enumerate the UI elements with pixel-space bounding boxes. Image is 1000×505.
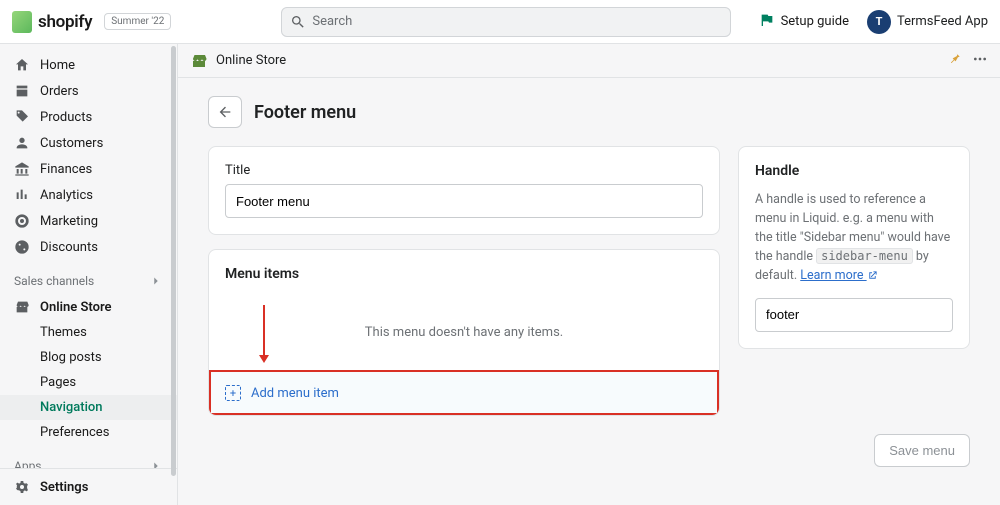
gear-icon bbox=[14, 479, 30, 495]
handle-description: A handle is used to reference a menu in … bbox=[755, 191, 953, 286]
sidebar-item-settings[interactable]: Settings bbox=[0, 468, 177, 505]
handle-input[interactable] bbox=[755, 298, 953, 332]
edition-badge: Summer '22 bbox=[104, 13, 171, 30]
handle-code-example: sidebar-menu bbox=[816, 248, 913, 264]
search-placeholder: Search bbox=[312, 14, 352, 29]
sidebar-item-customers[interactable]: Customers bbox=[0, 130, 177, 156]
sidebar-scrollbar[interactable] bbox=[170, 44, 177, 505]
sidebar-item-online-store[interactable]: Online Store bbox=[0, 294, 177, 320]
arrow-left-icon bbox=[217, 104, 233, 120]
target-icon bbox=[14, 213, 30, 229]
sidebar-sub-blog-posts[interactable]: Blog posts bbox=[0, 345, 177, 370]
store-icon bbox=[14, 299, 30, 315]
pin-icon[interactable] bbox=[948, 52, 962, 70]
add-square-icon: + bbox=[225, 385, 241, 401]
back-button[interactable] bbox=[208, 96, 242, 128]
percent-icon bbox=[14, 239, 30, 255]
orders-icon bbox=[14, 83, 30, 99]
add-menu-item-label: Add menu item bbox=[251, 386, 339, 401]
sidebar-item-marketing[interactable]: Marketing bbox=[0, 208, 177, 234]
app-name: TermsFeed App bbox=[897, 14, 988, 29]
sidebar-sub-preferences[interactable]: Preferences bbox=[0, 420, 177, 445]
brand-text: shopify bbox=[38, 12, 92, 32]
learn-more-link[interactable]: Learn more bbox=[800, 268, 877, 283]
sidebar: Home Orders Products Customers Finances … bbox=[0, 44, 178, 505]
title-card: Title bbox=[208, 146, 720, 235]
sidebar-sub-navigation[interactable]: Navigation bbox=[0, 395, 177, 420]
sidebar-sub-pages[interactable]: Pages bbox=[0, 370, 177, 395]
more-menu[interactable] bbox=[972, 51, 988, 71]
title-input[interactable] bbox=[225, 184, 703, 218]
search-input[interactable]: Search bbox=[281, 7, 731, 37]
account-menu[interactable]: T TermsFeed App bbox=[867, 10, 988, 34]
sidebar-item-products[interactable]: Products bbox=[0, 104, 177, 130]
menu-items-card: Menu items This menu doesn't have any it… bbox=[208, 249, 720, 416]
bars-icon bbox=[14, 187, 30, 203]
flag-icon bbox=[759, 12, 775, 32]
avatar: T bbox=[867, 10, 891, 34]
menu-items-heading: Menu items bbox=[209, 250, 719, 298]
bank-icon bbox=[14, 161, 30, 177]
sidebar-item-orders[interactable]: Orders bbox=[0, 78, 177, 104]
setup-guide-label: Setup guide bbox=[781, 14, 849, 29]
search-icon bbox=[290, 14, 306, 30]
tag-icon bbox=[14, 109, 30, 125]
save-menu-button[interactable]: Save menu bbox=[874, 434, 970, 467]
sidebar-section-sales-channels[interactable]: Sales channels bbox=[0, 268, 177, 294]
shopify-bag-icon bbox=[12, 11, 32, 33]
page-header: Footer menu bbox=[208, 96, 970, 128]
main: Online Store Footer menu Title Menu it bbox=[178, 44, 1000, 505]
external-icon bbox=[867, 268, 878, 283]
page-title: Footer menu bbox=[254, 102, 356, 123]
topbar-right: Setup guide T TermsFeed App bbox=[759, 10, 988, 34]
sidebar-item-finances[interactable]: Finances bbox=[0, 156, 177, 182]
brand-logo[interactable]: shopify Summer '22 bbox=[12, 11, 171, 33]
sidebar-item-analytics[interactable]: Analytics bbox=[0, 182, 177, 208]
chevron-right-icon bbox=[149, 274, 163, 288]
annotation-arrow bbox=[263, 305, 265, 361]
sidebar-item-home[interactable]: Home bbox=[0, 52, 177, 78]
title-label: Title bbox=[225, 163, 703, 178]
store-icon bbox=[190, 52, 208, 70]
topbar: shopify Summer '22 Search Setup guide T … bbox=[0, 0, 1000, 44]
sidebar-sub-themes[interactable]: Themes bbox=[0, 320, 177, 345]
home-icon bbox=[14, 57, 30, 73]
context-bar: Online Store bbox=[178, 44, 1000, 78]
breadcrumb-label: Online Store bbox=[216, 53, 286, 68]
add-menu-item-button[interactable]: + Add menu item bbox=[209, 370, 719, 415]
handle-card: Handle A handle is used to reference a m… bbox=[738, 146, 970, 349]
person-icon bbox=[14, 135, 30, 151]
menu-items-empty: This menu doesn't have any items. bbox=[209, 298, 719, 370]
handle-heading: Handle bbox=[755, 163, 953, 179]
sidebar-item-discounts[interactable]: Discounts bbox=[0, 234, 177, 260]
setup-guide-link[interactable]: Setup guide bbox=[759, 12, 849, 32]
